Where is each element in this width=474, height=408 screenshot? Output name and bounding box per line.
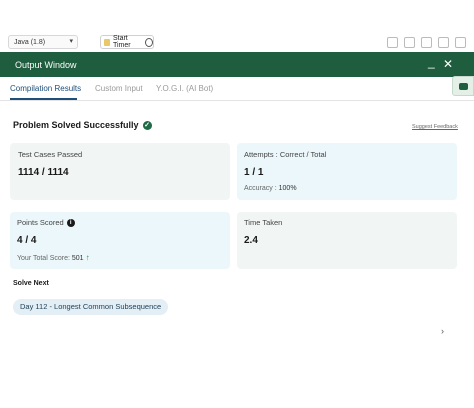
- suggest-feedback-link[interactable]: Suggest Feedback: [412, 124, 458, 130]
- time-taken-card: Time Taken 2.4: [237, 212, 457, 269]
- reset-icon[interactable]: [404, 37, 415, 48]
- total-score-row: Your Total Score: 501 ↑: [17, 253, 90, 262]
- play-icon: [145, 37, 153, 47]
- result-status: Problem Solved Successfully ✓: [13, 120, 152, 130]
- settings-icon[interactable]: [421, 37, 432, 48]
- accuracy-value: 100%: [278, 185, 297, 192]
- chevron-right-icon[interactable]: ›: [441, 326, 444, 336]
- tab-yogi-ai-bot[interactable]: Y.O.G.I. (AI Bot): [156, 84, 213, 93]
- time-taken-label: Time Taken: [244, 218, 283, 227]
- tab-compilation-results[interactable]: Compilation Results: [10, 84, 81, 93]
- total-score-label: Your Total Score:: [17, 255, 70, 262]
- start-timer-button[interactable]: Start Timer: [100, 35, 154, 49]
- attempts-card: Attempts : Correct / Total 1 / 1 Accurac…: [237, 143, 457, 200]
- result-status-text: Problem Solved Successfully: [13, 120, 139, 130]
- active-tab-indicator: [10, 98, 77, 100]
- total-score-value: 501: [71, 255, 84, 262]
- accuracy-row: Accuracy : 100%: [244, 185, 297, 192]
- info-icon[interactable]: i: [66, 219, 75, 228]
- arrow-up-icon: ↑: [85, 253, 90, 262]
- output-window-title: Output Window: [15, 60, 77, 70]
- test-cases-label: Test Cases Passed: [18, 150, 83, 159]
- time-taken-value: 2.4: [244, 235, 258, 246]
- toolbar-icons: [387, 37, 466, 48]
- points-card: Points Scored i 4 / 4 Your Total Score: 5…: [10, 212, 230, 269]
- start-timer-label: Start Timer: [112, 35, 131, 49]
- chevron-down-icon: ▾: [69, 38, 73, 45]
- points-label-row: Points Scored i: [17, 218, 75, 228]
- test-cases-card: Test Cases Passed 1114 / 1114: [10, 143, 230, 200]
- close-icon[interactable]: ✕: [443, 58, 453, 70]
- language-select-value: Java (1.8): [14, 38, 46, 46]
- solve-next-heading: Solve Next: [13, 280, 49, 287]
- points-label: Points Scored: [17, 218, 64, 227]
- next-problem-chip[interactable]: Day 112 - Longest Common Subsequence: [13, 299, 169, 315]
- points-value: 4 / 4: [17, 235, 37, 246]
- test-cases-value: 1114 / 1114: [18, 167, 69, 178]
- check-circle-icon: ✓: [142, 120, 152, 130]
- language-select[interactable]: Java (1.8) ▾: [8, 35, 78, 49]
- minimize-icon[interactable]: _: [428, 56, 440, 70]
- tab-custom-input[interactable]: Custom Input: [95, 84, 143, 93]
- copy-icon[interactable]: [387, 37, 398, 48]
- expand-icon[interactable]: [455, 37, 466, 48]
- fullscreen-icon[interactable]: [438, 37, 449, 48]
- attempts-value: 1 / 1: [244, 167, 264, 178]
- accuracy-label: Accuracy :: [244, 185, 277, 192]
- timer-icon: [104, 38, 110, 46]
- attempts-label: Attempts : Correct / Total: [244, 150, 327, 159]
